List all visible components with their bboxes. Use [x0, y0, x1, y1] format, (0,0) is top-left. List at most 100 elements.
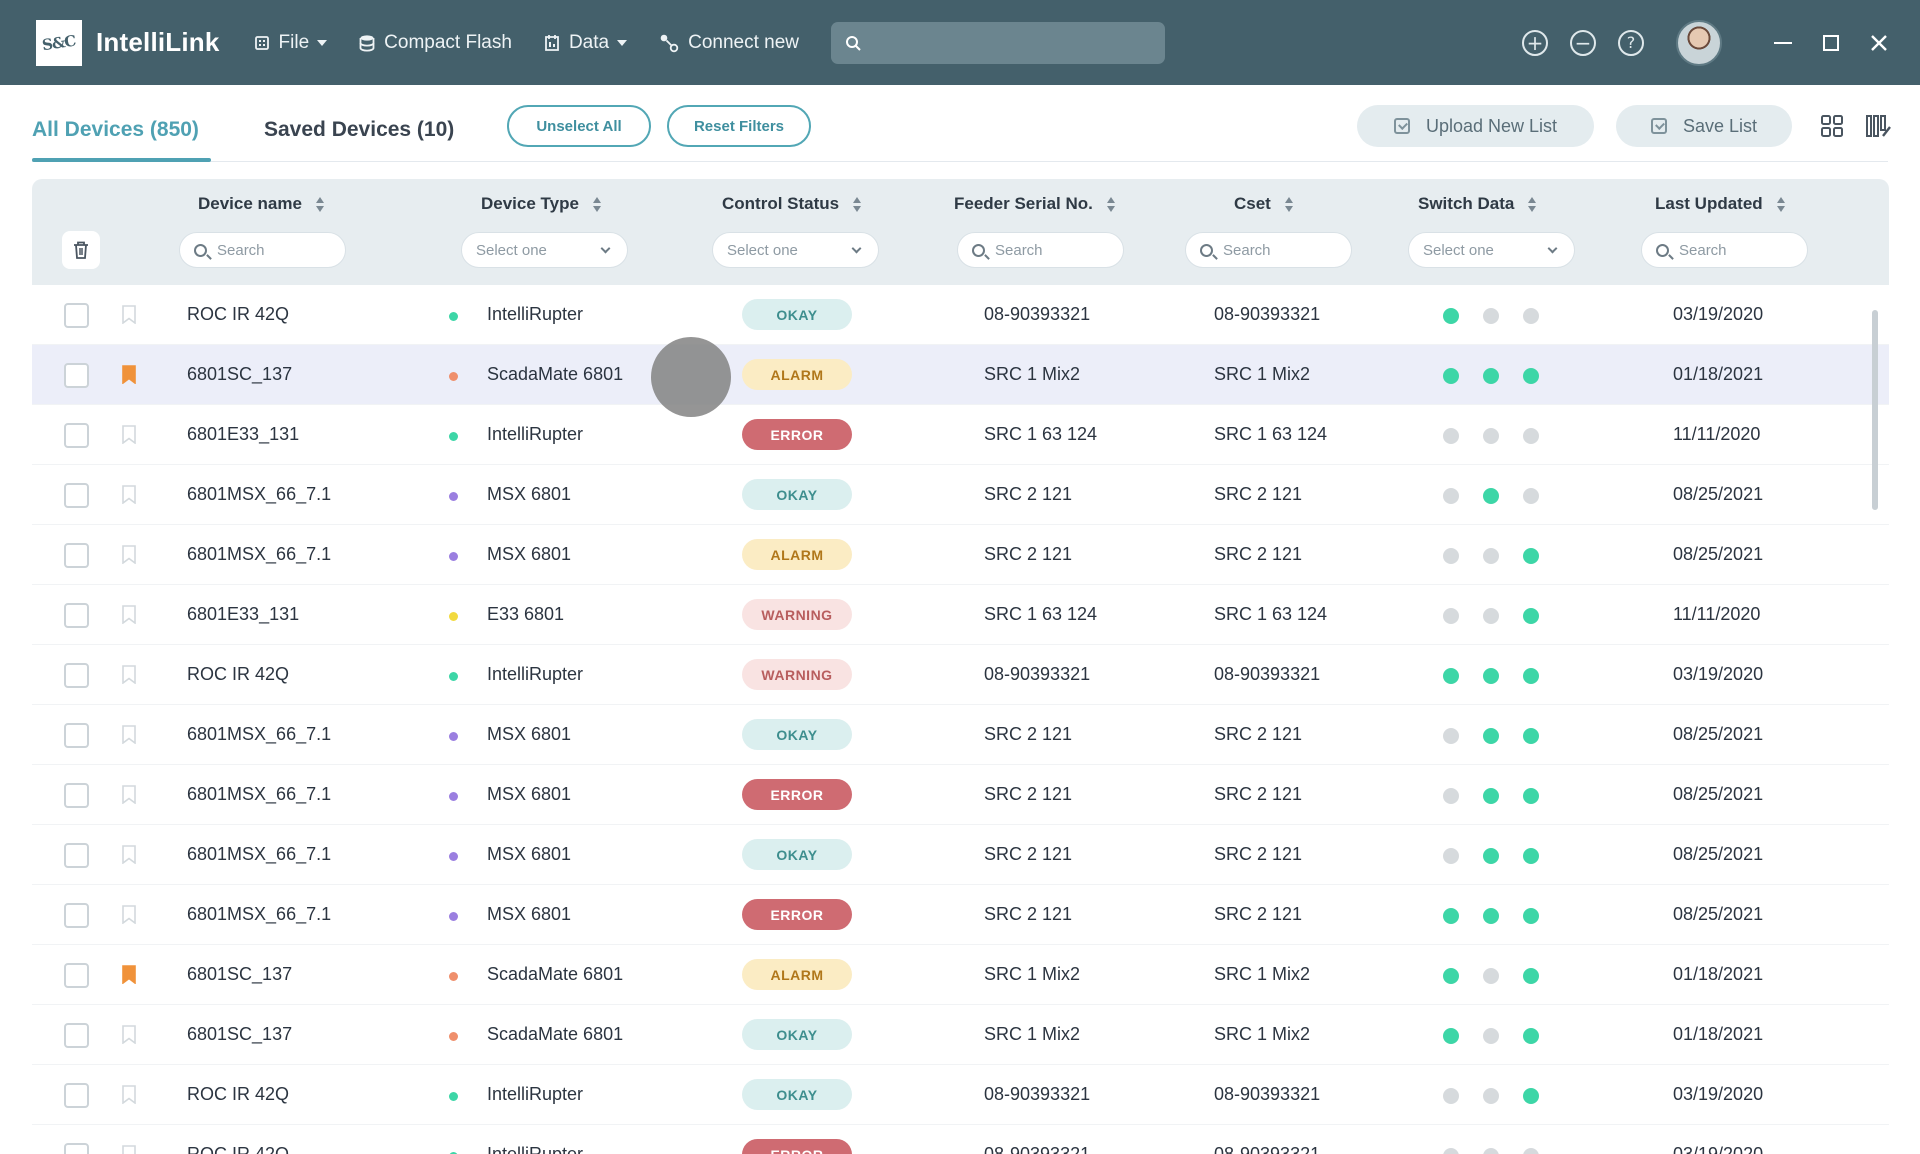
global-search-input[interactable] — [871, 32, 1151, 53]
maximize-icon[interactable] — [1820, 32, 1842, 54]
menu-connect-new[interactable]: Connect new — [659, 32, 799, 54]
table-row[interactable]: 6801E33_131 E33 6801 WARNING SRC 1 63 124 SR… — [32, 585, 1889, 645]
table-row[interactable]: 6801MSX_66_7.1 MSX 6801 OKAY SRC 2 121 SRC 2… — [32, 705, 1889, 765]
table-row[interactable]: 6801SC_137 ScadaMate 6801 ALARM SRC 1 Mix2 S… — [32, 345, 1889, 405]
sort-icon[interactable] — [853, 196, 862, 212]
table-row[interactable]: ROC IR 42Q IntelliRupter ERROR 08-90393321 0… — [32, 1125, 1889, 1154]
table-row[interactable]: ROC IR 42Q IntelliRupter WARNING 08-9039332… — [32, 645, 1889, 705]
bookmark-icon[interactable] — [122, 785, 136, 804]
row-checkbox[interactable] — [64, 483, 89, 508]
row-checkbox[interactable] — [64, 603, 89, 628]
switch-status-dot — [1443, 968, 1459, 984]
table-row[interactable]: 6801MSX_66_7.1 MSX 6801 ERROR SRC 2 121 SRC … — [32, 885, 1889, 945]
column-header-feeder-serial[interactable]: Feeder Serial No. — [954, 194, 1115, 214]
table-row[interactable]: 6801MSX_66_7.1 MSX 6801 OKAY SRC 2 121 SRC 2… — [32, 465, 1889, 525]
bookmark-icon[interactable] — [122, 1145, 136, 1154]
table-row[interactable]: ROC IR 42Q IntelliRupter OKAY 08-90393321 08… — [32, 1065, 1889, 1125]
sort-icon[interactable] — [1106, 196, 1115, 212]
row-checkbox[interactable] — [64, 723, 89, 748]
menu-compact-flash[interactable]: Compact Flash — [359, 32, 512, 54]
switch-data-filter[interactable]: Select one — [1408, 232, 1575, 268]
grid-view-icon[interactable] — [1820, 114, 1844, 138]
unselect-all-button[interactable]: Unselect All — [507, 105, 651, 147]
bookmark-icon[interactable] — [122, 485, 136, 504]
bookmark-icon[interactable] — [122, 1025, 136, 1044]
upload-new-list-button[interactable]: Upload New List — [1357, 105, 1594, 147]
sort-icon[interactable] — [315, 196, 324, 212]
bookmark-icon[interactable] — [122, 425, 136, 444]
close-icon[interactable] — [1868, 32, 1890, 54]
column-header-control-status[interactable]: Control Status — [722, 194, 862, 214]
delete-button[interactable] — [62, 231, 100, 269]
global-search[interactable] — [831, 21, 1165, 64]
tab-all-devices[interactable]: All Devices (850) — [32, 118, 199, 142]
row-checkbox[interactable] — [64, 303, 89, 328]
bookmark-icon[interactable] — [122, 965, 136, 984]
last-updated-cell: 08/25/2021 — [1673, 844, 1764, 864]
device-type-filter[interactable]: Select one — [461, 232, 628, 268]
row-checkbox[interactable] — [64, 903, 89, 928]
column-header-switch-data[interactable]: Switch Data — [1418, 194, 1537, 214]
device-name-filter[interactable]: Search — [179, 232, 346, 268]
row-checkbox[interactable] — [64, 843, 89, 868]
row-checkbox[interactable] — [64, 783, 89, 808]
table-row[interactable]: 6801MSX_66_7.1 MSX 6801 ERROR SRC 2 121 SRC … — [32, 765, 1889, 825]
table-row[interactable]: 6801E33_131 IntelliRupter ERROR SRC 1 63 12… — [32, 405, 1889, 465]
row-checkbox[interactable] — [64, 1023, 89, 1048]
zoom-out-icon[interactable]: − — [1570, 29, 1596, 56]
zoom-in-icon[interactable]: + — [1522, 29, 1548, 56]
table-row[interactable]: 6801MSX_66_7.1 MSX 6801 ALARM SRC 2 121 SRC … — [32, 525, 1889, 585]
column-header-device-type[interactable]: Device Type — [481, 194, 601, 214]
bookmark-icon[interactable] — [122, 365, 136, 384]
table-row[interactable]: 6801SC_137 ScadaMate 6801 ALARM SRC 1 Mix2 S… — [32, 945, 1889, 1005]
switch-status-dot — [1483, 728, 1499, 744]
sort-icon[interactable] — [592, 196, 601, 212]
reset-filters-button[interactable]: Reset Filters — [667, 105, 811, 147]
table-row[interactable]: ROC IR 42Q IntelliRupter OKAY 08-90393321 08… — [32, 285, 1889, 345]
row-checkbox[interactable] — [64, 363, 89, 388]
sort-icon[interactable] — [1284, 196, 1293, 212]
bookmark-icon[interactable] — [122, 725, 136, 744]
bookmark-icon[interactable] — [122, 845, 136, 864]
chevron-down-icon — [851, 243, 862, 254]
bookmark-icon[interactable] — [122, 605, 136, 624]
chevron-down-icon — [317, 39, 328, 46]
save-list-button[interactable]: Save List — [1616, 105, 1792, 147]
table-row[interactable]: 6801SC_137 ScadaMate 6801 OKAY SRC 1 Mix2 SR… — [32, 1005, 1889, 1065]
cset-cell: SRC 1 Mix2 — [1214, 364, 1311, 384]
help-icon[interactable]: ? — [1618, 29, 1644, 56]
column-header-cset[interactable]: Cset — [1234, 194, 1293, 214]
bookmark-icon[interactable] — [122, 305, 136, 324]
row-checkbox[interactable] — [64, 423, 89, 448]
bookmark-icon[interactable] — [122, 665, 136, 684]
row-checkbox[interactable] — [64, 963, 89, 988]
column-settings-icon[interactable] — [1865, 114, 1891, 138]
control-status-filter[interactable]: Select one — [712, 232, 879, 268]
minimize-icon[interactable] — [1772, 32, 1794, 54]
device-type-cell: IntelliRupter — [487, 1084, 584, 1104]
feeder-serial-cell: 08-90393321 — [984, 304, 1091, 324]
avatar[interactable] — [1676, 19, 1722, 66]
menu-file[interactable]: File — [254, 32, 328, 54]
menu-data[interactable]: Data — [544, 32, 628, 54]
bookmark-icon[interactable] — [122, 905, 136, 924]
tab-saved-devices[interactable]: Saved Devices (10) — [264, 118, 454, 142]
column-header-last-updated[interactable]: Last Updated — [1655, 194, 1785, 214]
bookmark-icon[interactable] — [122, 545, 136, 564]
table-header: Device name Device Type Control Status F… — [32, 179, 1889, 285]
last-updated-cell: 11/11/2020 — [1673, 424, 1761, 444]
row-checkbox[interactable] — [64, 1083, 89, 1108]
table-row[interactable]: 6801MSX_66_7.1 MSX 6801 OKAY SRC 2 121 SRC 2… — [32, 825, 1889, 885]
table-scrollbar[interactable] — [1872, 310, 1878, 510]
column-header-device-name[interactable]: Device name — [198, 194, 324, 214]
sort-icon[interactable] — [1528, 196, 1537, 212]
row-checkbox[interactable] — [64, 1143, 89, 1154]
bookmark-icon[interactable] — [122, 1085, 136, 1104]
row-checkbox[interactable] — [64, 663, 89, 688]
cset-cell: SRC 1 63 124 — [1214, 604, 1328, 624]
cset-filter[interactable]: Search — [1185, 232, 1352, 268]
sort-icon[interactable] — [1776, 196, 1785, 212]
last-updated-filter[interactable]: Search — [1641, 232, 1808, 268]
row-checkbox[interactable] — [64, 543, 89, 568]
feeder-serial-filter[interactable]: Search — [957, 232, 1124, 268]
